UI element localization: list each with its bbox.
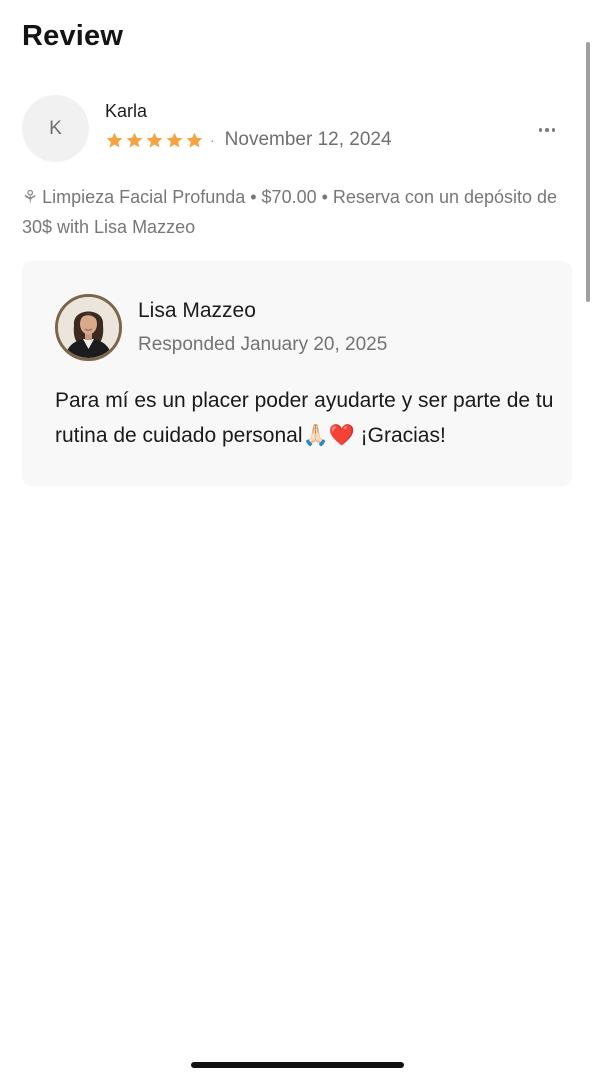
star-rating bbox=[105, 131, 204, 150]
flower-icon: ⚘ bbox=[22, 187, 39, 207]
more-options-button[interactable] bbox=[533, 121, 561, 139]
response-text: Para mí es un placer poder ayudarte y se… bbox=[55, 389, 554, 447]
responder-avatar bbox=[55, 294, 122, 361]
responded-date: Responded January 20, 2025 bbox=[138, 334, 388, 355]
review-date: November 12, 2024 bbox=[224, 129, 392, 150]
reviewer-avatar: K bbox=[22, 95, 89, 162]
star-icon bbox=[186, 132, 203, 148]
more-horizontal-icon bbox=[551, 128, 556, 132]
scrollbar[interactable] bbox=[586, 42, 590, 302]
more-horizontal-icon bbox=[538, 128, 543, 132]
star-icon bbox=[146, 132, 163, 148]
home-indicator[interactable] bbox=[191, 1062, 404, 1068]
star-icon bbox=[106, 132, 123, 148]
more-horizontal-icon bbox=[545, 128, 549, 132]
rating-row: · November 12, 2024 bbox=[105, 129, 392, 151]
review-header: K Karla · November 12, 2024 bbox=[22, 95, 567, 163]
service-description: Limpieza Facial Profunda • $70.00 • Rese… bbox=[22, 187, 558, 237]
responder-photo bbox=[58, 297, 119, 358]
page-title: Review bbox=[22, 20, 124, 52]
star-icon bbox=[166, 132, 183, 148]
owner-response-card: Lisa Mazzeo Responded January 20, 2025 P… bbox=[22, 261, 572, 486]
star-icon bbox=[126, 132, 143, 148]
service-details: ⚘ Limpieza Facial Profunda • $70.00 • Res… bbox=[22, 182, 577, 242]
responder-name: Lisa Mazzeo bbox=[138, 299, 256, 322]
reviewer-name: Karla bbox=[105, 101, 148, 121]
separator-dot: · bbox=[210, 132, 215, 148]
